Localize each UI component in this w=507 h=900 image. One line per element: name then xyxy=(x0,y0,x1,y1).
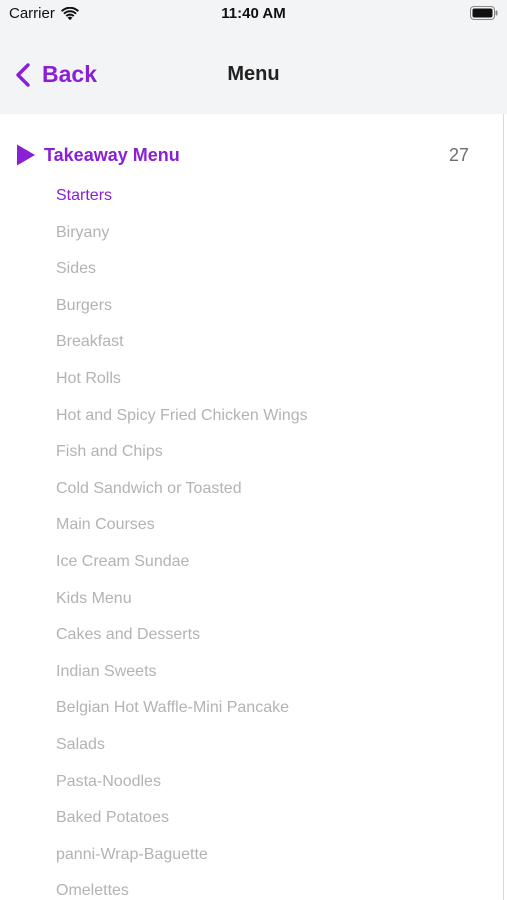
page-title: Menu xyxy=(227,63,280,85)
category-item[interactable]: Hot Rolls xyxy=(56,361,487,398)
status-time: 11:40 AM xyxy=(221,5,286,22)
section-header-takeaway-menu[interactable]: Takeaway Menu 27 xyxy=(15,142,469,168)
scroll-edge-divider xyxy=(503,114,504,900)
battery-icon xyxy=(470,6,498,20)
category-item[interactable]: Kids Menu xyxy=(56,581,487,618)
category-item[interactable]: Starters xyxy=(56,178,487,215)
category-item[interactable]: Cakes and Desserts xyxy=(56,617,487,654)
category-item[interactable]: Ice Cream Sundae xyxy=(56,544,487,581)
screen: Carrier 11:40 AM Back Menu Takeaway Menu… xyxy=(0,0,507,900)
category-item[interactable]: Salads xyxy=(56,727,487,764)
category-item[interactable]: Pasta-Noodles xyxy=(56,764,487,801)
category-item[interactable]: Indian Sweets xyxy=(56,654,487,691)
category-item[interactable]: Breakfast xyxy=(56,324,487,361)
category-item[interactable]: Omelettes xyxy=(56,873,487,900)
category-item[interactable]: Belgian Hot Waffle-Mini Pancake xyxy=(56,690,487,727)
category-item[interactable]: Baked Potatoes xyxy=(56,800,487,837)
category-item[interactable]: panni-Wrap-Baguette xyxy=(56,837,487,874)
section-title: Takeaway Menu xyxy=(44,144,180,165)
expand-triangle-icon xyxy=(17,144,35,166)
section-item-count: 27 xyxy=(448,144,469,165)
category-item[interactable]: Sides xyxy=(56,251,487,288)
category-list: Starters Biryany Sides Burgers Breakfast Hot … xyxy=(56,178,487,900)
category-item[interactable]: Fish and Chips xyxy=(56,434,487,471)
navigation-bar: Back Menu xyxy=(0,36,507,114)
category-item[interactable]: Main Courses xyxy=(56,507,487,544)
category-item[interactable]: Burgers xyxy=(56,288,487,325)
category-item[interactable]: Cold Sandwich or Toasted xyxy=(56,471,487,508)
category-item[interactable]: Biryany xyxy=(56,215,487,252)
category-item[interactable]: Hot and Spicy Fried Chicken Wings xyxy=(56,398,487,435)
status-bar: Carrier 11:40 AM xyxy=(0,0,507,36)
menu-content: Takeaway Menu 27 Starters Biryany Sides Bur… xyxy=(0,114,507,900)
